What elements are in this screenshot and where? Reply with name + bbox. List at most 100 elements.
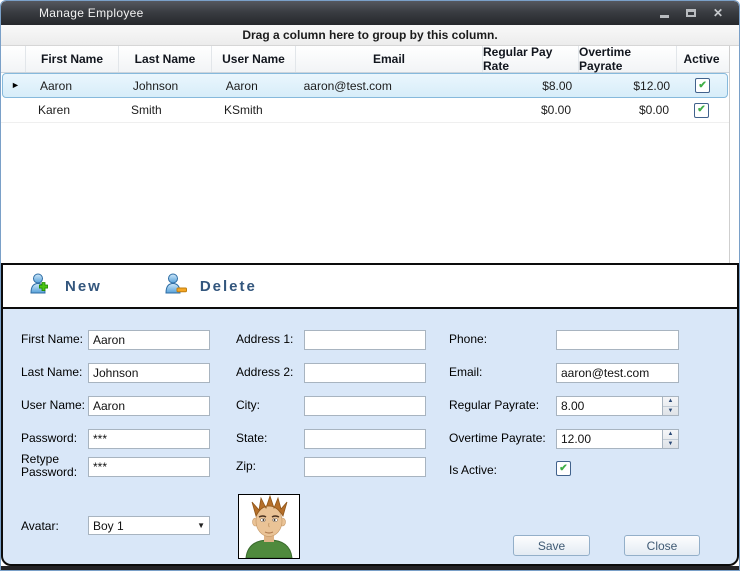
new-button[interactable]: New [29,273,102,300]
last-name-label: Last Name: [21,366,85,379]
cell-regular-pay-rate: $0.00 [483,98,579,122]
regular-payrate-input[interactable] [556,396,662,416]
employee-detail-panel: New Delete [1,263,739,566]
user-name-label: User Name: [21,399,85,412]
zip-input[interactable] [304,457,426,477]
column-header-last-name[interactable]: Last Name [119,46,212,72]
overtime-payrate-input[interactable] [556,429,662,449]
is-active-label: Is Active: [449,464,555,477]
cell-last-name: Johnson [121,74,214,97]
email-label: Email: [449,366,555,379]
phone-input[interactable] [556,330,679,350]
city-label: City: [236,399,300,412]
retype-password-label: Retype Password: [21,453,85,479]
delete-employee-icon [164,273,188,300]
address2-input[interactable] [304,363,426,383]
group-by-bar[interactable]: Drag a column here to group by this colu… [1,25,739,46]
cell-first-name: Aaron [28,74,121,97]
check-icon: ✔ [697,105,705,115]
window-bottom-edge [1,566,739,571]
panel-toolbar: New Delete [3,265,737,309]
employee-form: First Name: Last Name: User Name: Passwo… [3,309,737,562]
close-panel-button[interactable]: Close [624,535,700,556]
window-title: Manage Employee [1,6,144,20]
regular-payrate-spinner: ▲ ▼ [556,396,679,416]
maximize-icon [686,9,696,17]
address1-label: Address 1: [236,333,300,346]
cell-overtime-payrate: $0.00 [579,98,677,122]
user-name-input[interactable] [88,396,210,416]
cell-last-name: Smith [119,98,212,122]
zip-label: Zip: [236,460,300,473]
column-header-first-name[interactable]: First Name [26,46,119,72]
avatar-dropdown[interactable]: Boy 1 ▼ [88,516,210,535]
manage-employee-window: Manage Employee ✕ Drag a column here to … [0,0,740,571]
row-indicator-cell [1,98,26,122]
cell-email [296,98,483,122]
address2-label: Address 2: [236,366,300,379]
cell-email: aaron@test.com [298,74,485,97]
dropdown-arrow-icon: ▼ [197,521,205,530]
row-indicator-cell: ► [3,74,28,97]
city-input[interactable] [304,396,426,416]
column-header-user-name[interactable]: User Name [212,46,296,72]
cell-user-name: KSmith [212,98,296,122]
password-input[interactable] [88,429,210,449]
column-header-email[interactable]: Email [296,46,483,72]
avatar-dropdown-value: Boy 1 [93,519,124,533]
column-header-overtime-payrate[interactable]: Overtime Payrate [579,46,677,72]
save-button[interactable]: Save [513,535,590,556]
overtime-payrate-spin-buttons: ▲ ▼ [662,429,679,449]
check-icon: ✔ [698,81,706,91]
row-indicator-column-header [1,46,26,72]
overtime-payrate-label: Overtime Payrate: [449,432,555,445]
minimize-button[interactable] [655,5,673,21]
minimize-icon [660,15,669,18]
cell-first-name: Karen [26,98,119,122]
regular-payrate-spin-buttons: ▲ ▼ [662,396,679,416]
new-button-label: New [65,278,102,295]
first-name-input[interactable] [88,330,210,350]
grid-row[interactable]: Karen Smith KSmith $0.00 $0.00 ✔ [1,98,729,123]
cell-regular-pay-rate: $8.00 [484,74,580,97]
last-name-input[interactable] [88,363,210,383]
phone-label: Phone: [449,333,555,346]
column-header-active[interactable]: Active [677,46,726,72]
state-input[interactable] [304,429,426,449]
current-row-indicator-icon: ► [11,81,20,90]
spin-up-icon[interactable]: ▲ [663,430,678,440]
avatar-image [238,494,300,559]
cell-user-name: Aaron [214,74,298,97]
overtime-payrate-spinner: ▲ ▼ [556,429,679,449]
delete-button-label: Delete [200,278,257,295]
avatar-label: Avatar: [21,520,85,533]
employee-grid: First Name Last Name User Name Email Reg… [1,46,730,263]
check-icon: ✔ [559,464,567,474]
spin-down-icon[interactable]: ▼ [663,440,678,449]
password-label: Password: [21,432,85,445]
cell-active: ✔ [677,98,726,122]
column-header-regular-pay-rate[interactable]: Regular Pay Rate [483,46,579,72]
retype-password-input[interactable] [88,457,210,477]
close-button[interactable]: ✕ [709,5,727,21]
active-checkbox[interactable]: ✔ [695,78,710,93]
address1-input[interactable] [304,330,426,350]
spin-down-icon[interactable]: ▼ [663,407,678,416]
grid-row-selected[interactable]: ► Aaron Johnson Aaron aaron@test.com $8.… [2,73,728,98]
email-input[interactable] [556,363,679,383]
cell-active: ✔ [678,74,727,97]
delete-button[interactable]: Delete [164,273,257,300]
maximize-button[interactable] [682,5,700,21]
cell-overtime-payrate: $12.00 [580,74,678,97]
active-checkbox[interactable]: ✔ [694,103,709,118]
titlebar[interactable]: Manage Employee ✕ [1,1,739,25]
is-active-checkbox[interactable]: ✔ [556,461,571,476]
state-label: State: [236,432,300,445]
group-by-text: Drag a column here to group by this colu… [242,28,497,42]
regular-payrate-label: Regular Payrate: [449,399,555,412]
new-employee-icon [29,273,53,300]
window-controls: ✕ [655,5,739,21]
grid-header-row: First Name Last Name User Name Email Reg… [1,46,729,73]
spin-up-icon[interactable]: ▲ [663,397,678,407]
first-name-label: First Name: [21,333,85,346]
